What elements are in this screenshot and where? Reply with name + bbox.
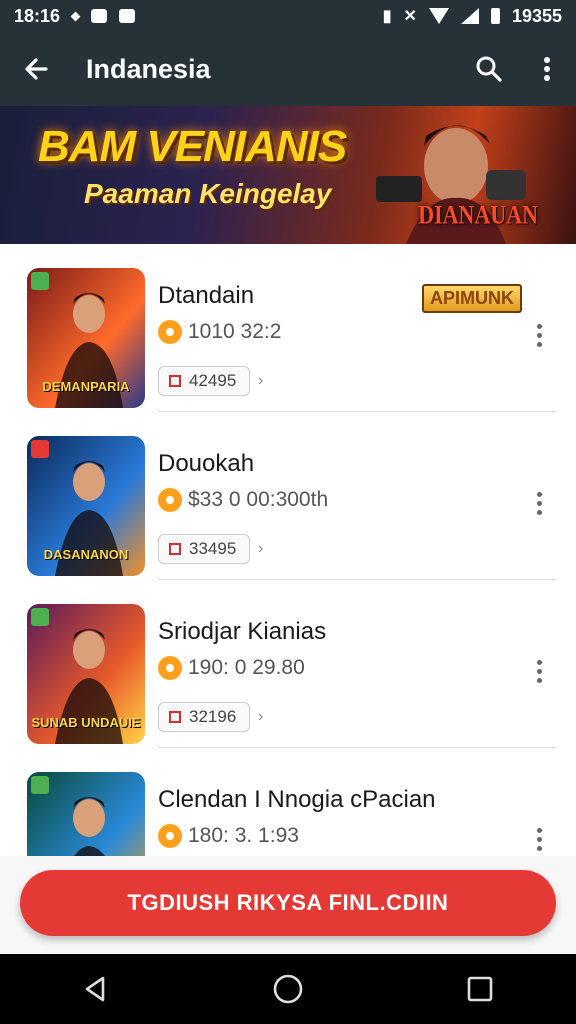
chip-value: 42495 bbox=[189, 371, 237, 390]
banner-title: BAM VENIANIS bbox=[38, 122, 347, 171]
game-thumbnail[interactable]: DASANANON bbox=[27, 436, 145, 576]
item-meta-text: $33 0 00:300th bbox=[188, 488, 329, 511]
more-dot bbox=[536, 509, 542, 515]
coin-icon bbox=[158, 824, 182, 848]
thumbnail-tag-icon bbox=[31, 272, 49, 290]
item-more-button[interactable] bbox=[524, 656, 554, 686]
item-title: Dtandain bbox=[158, 282, 255, 309]
item-meta: 190: 0 29.80 bbox=[158, 656, 305, 680]
chevron-right-icon: › bbox=[258, 540, 264, 557]
game-thumbnail[interactable] bbox=[27, 772, 145, 856]
coin-icon bbox=[158, 656, 182, 680]
more-dot bbox=[536, 323, 542, 329]
item-badge: APIMUNK bbox=[422, 284, 522, 313]
item-meta-text: 180: 3. 1:93 bbox=[188, 824, 299, 847]
page-title: Indanesia bbox=[86, 53, 211, 84]
status-time-right: 19355 bbox=[511, 5, 562, 26]
nav-recents-icon bbox=[467, 976, 493, 1002]
nav-back-icon bbox=[85, 976, 105, 1002]
more-dot bbox=[536, 341, 542, 347]
chevron-right-icon: › bbox=[258, 372, 264, 389]
data-off-icon: ✕ bbox=[403, 8, 417, 25]
list-item[interactable]: SUNAB UNDAUIE Sriodjar Kianias 190: 0 29… bbox=[0, 580, 576, 748]
thumbnail-logo: DEMANPARIA bbox=[42, 379, 130, 394]
thumbnail-logo: SUNAB UNDAUIE bbox=[31, 715, 141, 730]
thumbnail-tag-icon bbox=[31, 608, 49, 626]
primary-cta-button[interactable]: TGDIUSH RIKYSA FINL.CDIIN bbox=[20, 870, 556, 936]
more-dot bbox=[536, 845, 542, 851]
list-item[interactable]: Clendan I Nnogia cPacian 180: 3. 1:93 bbox=[0, 748, 576, 856]
item-meta: 1010 32:2 bbox=[158, 320, 281, 344]
item-chip[interactable]: 33495 bbox=[158, 534, 250, 564]
item-more-button[interactable] bbox=[524, 824, 554, 854]
thumbnail-tag-icon bbox=[31, 776, 49, 794]
notification-icon bbox=[119, 9, 136, 23]
list-item[interactable]: DASANANON Douokah $33 0 00:300th 33495 › bbox=[0, 412, 576, 580]
banner-badge: DIANAUAN bbox=[418, 199, 538, 230]
chip-icon bbox=[169, 543, 181, 555]
nav-home-button[interactable] bbox=[258, 959, 318, 1019]
status-time-left: 18:16 bbox=[14, 5, 61, 26]
search-icon bbox=[476, 56, 502, 82]
nav-home-icon bbox=[273, 974, 303, 1004]
nav-recents-button[interactable] bbox=[450, 959, 510, 1019]
signal-icon bbox=[460, 8, 479, 24]
item-chip[interactable]: 32196 bbox=[158, 702, 250, 732]
status-bar: 18:16 ▮ ✕ 19355 bbox=[0, 0, 576, 32]
wifi-icon bbox=[428, 8, 449, 24]
item-meta-text: 1010 32:2 bbox=[188, 320, 282, 343]
coin-icon bbox=[158, 488, 182, 512]
back-arrow-icon bbox=[25, 58, 48, 80]
game-thumbnail[interactable]: DEMANPARIA bbox=[27, 268, 145, 408]
overflow-menu-button[interactable] bbox=[518, 32, 576, 106]
chip-icon bbox=[169, 711, 181, 723]
item-title: Douokah bbox=[158, 450, 255, 477]
item-meta-text: 190: 0 29.80 bbox=[188, 656, 305, 679]
list-item[interactable]: DEMANPARIA Dtandain 1010 32:2 42495 › AP… bbox=[0, 244, 576, 412]
game-list: DEMANPARIA Dtandain 1010 32:2 42495 › AP… bbox=[0, 244, 576, 856]
notification-dot-icon bbox=[70, 11, 81, 21]
nav-back-button[interactable] bbox=[66, 959, 126, 1019]
search-button[interactable] bbox=[460, 32, 518, 106]
back-button[interactable] bbox=[0, 32, 72, 106]
more-dot bbox=[536, 491, 542, 497]
more-dot bbox=[536, 827, 542, 833]
more-dot bbox=[536, 836, 542, 842]
item-meta: $33 0 00:300th bbox=[158, 488, 328, 512]
chip-value: 32196 bbox=[189, 707, 237, 726]
item-chip[interactable]: 42495 bbox=[158, 366, 250, 396]
item-title: Sriodjar Kianias bbox=[158, 618, 327, 645]
banner-subtitle: Paaman Keingelay bbox=[84, 178, 332, 209]
app-bar: Indanesia bbox=[0, 32, 576, 106]
coin-icon bbox=[158, 320, 182, 344]
more-vert-icon bbox=[544, 57, 550, 81]
thumbnail-tag-icon bbox=[31, 440, 49, 458]
more-dot bbox=[536, 332, 542, 338]
item-title: Clendan I Nnogia cPacian bbox=[158, 786, 436, 813]
more-dot bbox=[536, 500, 542, 506]
more-dot bbox=[536, 677, 542, 683]
vibrate-icon: ▮ bbox=[382, 8, 392, 25]
more-dot bbox=[536, 659, 542, 665]
chip-icon bbox=[169, 375, 181, 387]
battery-icon bbox=[490, 8, 500, 24]
item-more-button[interactable] bbox=[524, 488, 554, 518]
promo-banner[interactable]: BAM VENIANIS Paaman Keingelay DIANAUAN bbox=[0, 106, 576, 244]
more-dot bbox=[536, 668, 542, 674]
item-meta: 180: 3. 1:93 bbox=[158, 824, 299, 848]
game-thumbnail[interactable]: SUNAB UNDAUIE bbox=[27, 604, 145, 744]
system-nav-bar bbox=[0, 954, 576, 1024]
cta-area: TGDIUSH RIKYSA FINL.CDIIN bbox=[0, 856, 576, 954]
thumbnail-logo: DASANANON bbox=[43, 547, 129, 562]
chip-value: 33495 bbox=[189, 539, 237, 558]
chevron-right-icon: › bbox=[258, 708, 264, 725]
notification-icon bbox=[91, 9, 108, 23]
item-more-button[interactable] bbox=[524, 320, 554, 350]
